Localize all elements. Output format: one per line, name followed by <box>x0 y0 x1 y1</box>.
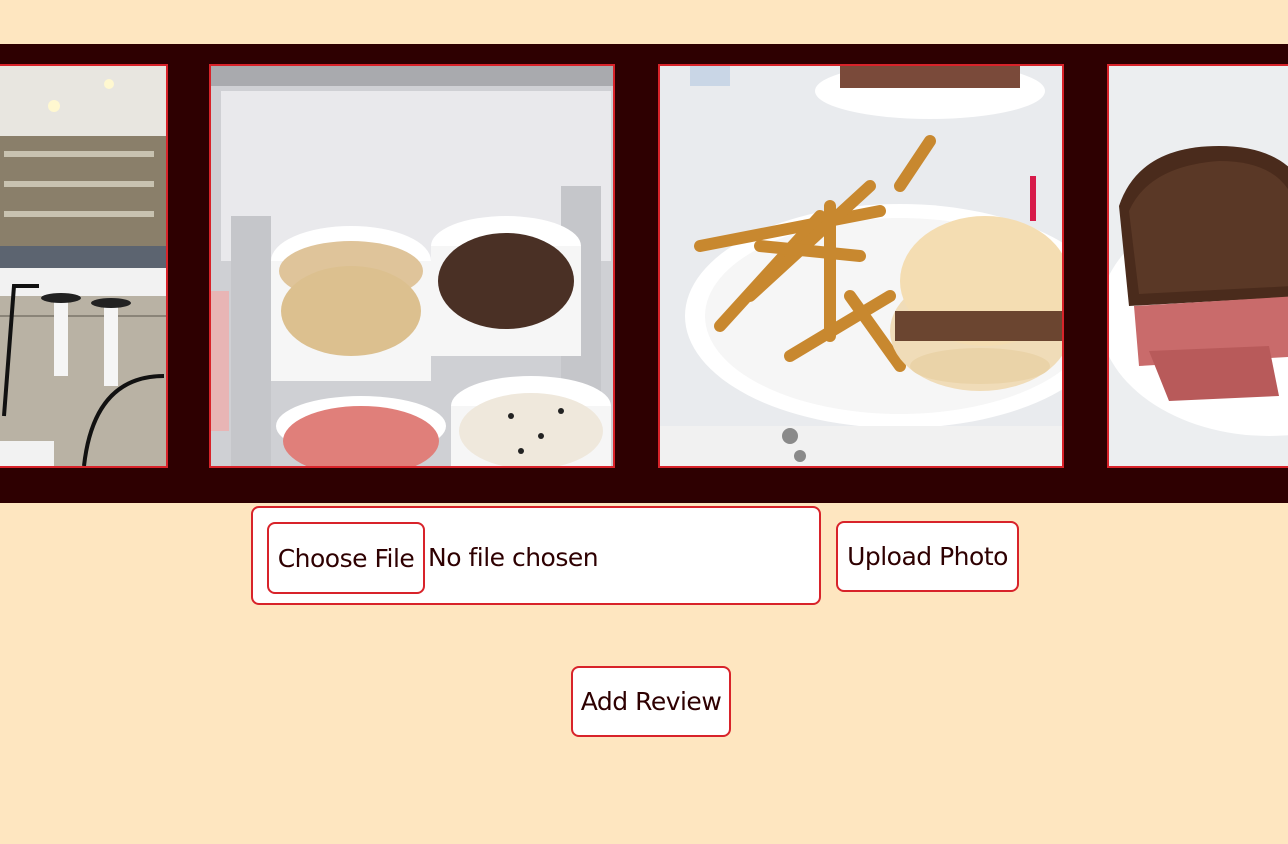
add-review-button[interactable]: Add Review <box>571 666 731 737</box>
diner-interior-photo[interactable] <box>0 64 168 468</box>
ice-cream-image <box>211 66 613 466</box>
reuben-sandwich-photo[interactable] <box>1107 64 1288 468</box>
diner-counter-image <box>0 66 166 466</box>
no-file-chosen-text: No file chosen <box>428 543 599 572</box>
file-input[interactable]: Choose File No file chosen <box>251 506 821 605</box>
ice-cream-tubs-photo[interactable] <box>209 64 615 468</box>
burger-fries-photo[interactable] <box>658 64 1064 468</box>
upload-photo-button[interactable]: Upload Photo <box>836 521 1019 592</box>
sandwich-image <box>1109 66 1288 466</box>
photo-gallery <box>0 44 1288 503</box>
choose-file-button[interactable]: Choose File <box>267 522 425 594</box>
burger-plate-image <box>660 66 1062 466</box>
